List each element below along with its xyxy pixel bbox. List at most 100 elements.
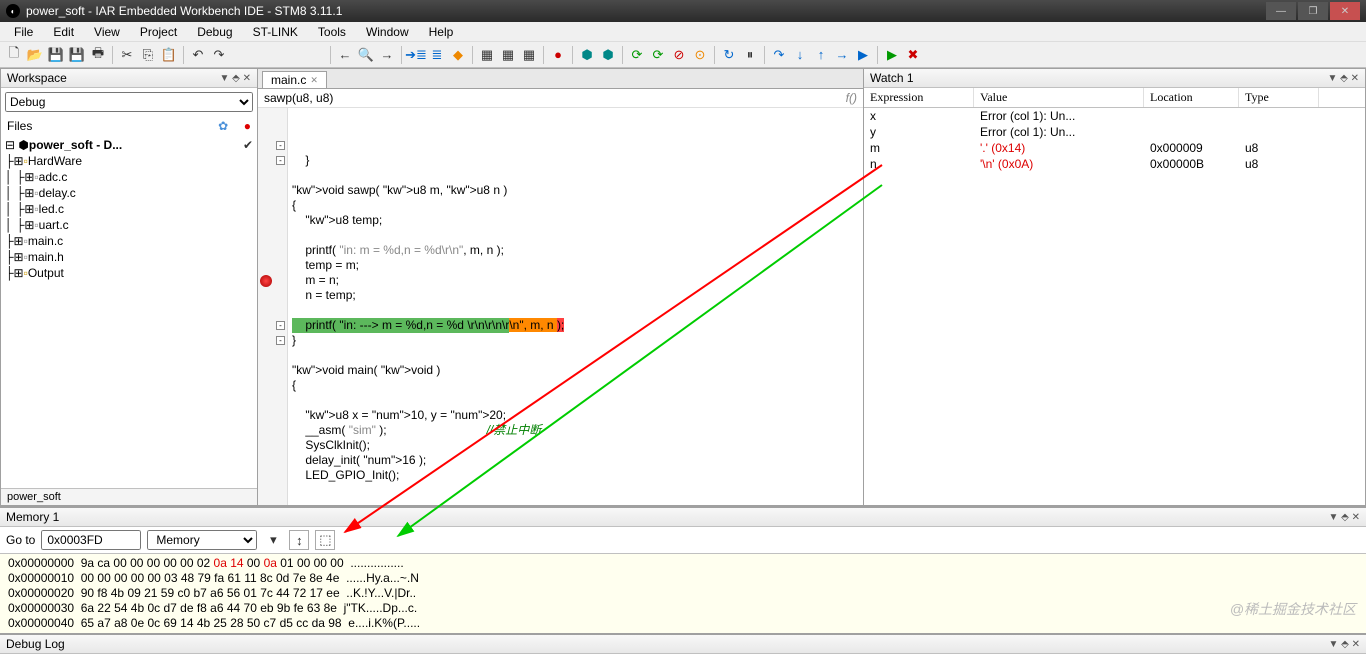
menu-debug[interactable]: Debug <box>187 23 242 41</box>
memory-row[interactable]: 0x00000040 65 a7 a8 0e 0c 69 14 4b 25 28… <box>8 616 1358 631</box>
tab-main-c[interactable]: main.c ✕ <box>262 71 327 88</box>
find-icon[interactable]: 🔍 <box>356 45 376 65</box>
debug-icon[interactable]: ⬢ <box>598 45 618 65</box>
step-over-icon[interactable]: ↷ <box>769 45 789 65</box>
code-editor[interactable]: ---- } "kw">void sawp( "kw">u8 m, "kw">u… <box>258 108 863 505</box>
close-tab-icon[interactable]: ✕ <box>310 75 318 86</box>
bookmark-next-icon[interactable]: ≣ <box>427 45 447 65</box>
menu-edit[interactable]: Edit <box>43 23 84 41</box>
menu-project[interactable]: Project <box>130 23 187 41</box>
project-node[interactable]: power_soft - D... <box>29 138 122 152</box>
reset-icon[interactable]: ↻ <box>719 45 739 65</box>
memory-row[interactable]: 0x00000000 9a ca 00 00 00 00 00 02 0a 14… <box>8 556 1358 571</box>
mem-btn2[interactable]: ↕ <box>289 530 309 550</box>
menu-view[interactable]: View <box>84 23 130 41</box>
run-cursor-icon[interactable]: ▶ <box>853 45 873 65</box>
open-icon[interactable]: 📂 <box>25 45 45 65</box>
memory-row[interactable]: 0x00000010 00 00 00 00 00 03 48 79 fa 61… <box>8 571 1358 586</box>
menu-st-link[interactable]: ST-LINK <box>243 23 308 41</box>
undo-icon[interactable]: ↶ <box>188 45 208 65</box>
compile-icon[interactable]: ▦ <box>477 45 497 65</box>
file-tree[interactable]: ⊟ ⬢ power_soft - D... ✔ ├⊞ ▫ HardWare │ … <box>1 135 257 488</box>
pin-icon[interactable]: ▼ ⬘ ✕ <box>1328 512 1360 523</box>
watch-row[interactable]: m'.' (0x14)0x000009u8 <box>864 140 1365 156</box>
pin-icon[interactable]: ▼ ⬘ ✕ <box>219 73 251 84</box>
pin-icon[interactable]: ▼ ⬘ ✕ <box>1328 639 1360 650</box>
mem-btn1[interactable]: ▾ <box>263 530 283 550</box>
tree-item[interactable]: │ ├⊞ ▫ delay.c <box>5 185 253 201</box>
download-icon[interactable]: ⬢ <box>577 45 597 65</box>
copy-icon[interactable]: ⎘ <box>138 45 158 65</box>
watch-add-hint[interactable] <box>864 172 1365 174</box>
bookmark-toggle-icon[interactable]: ◆ <box>448 45 468 65</box>
break-icon[interactable]: ⏸ <box>740 45 760 65</box>
workspace-title: Workspace ▼ ⬘ ✕ <box>1 69 257 88</box>
watch-col[interactable]: Type <box>1239 88 1319 107</box>
config-select[interactable]: Debug <box>5 92 253 112</box>
redo-icon[interactable]: ↷ <box>209 45 229 65</box>
go-icon[interactable]: ⟳ <box>627 45 647 65</box>
tree-item[interactable]: ├⊞ ▫ main.c <box>5 233 253 249</box>
workspace-pane: Workspace ▼ ⬘ ✕ Debug Files ✿ ● ⊟ ⬢ powe… <box>0 68 258 506</box>
memory-title: Memory 1 <box>6 510 59 524</box>
menubar: FileEditViewProjectDebugST-LINKToolsWind… <box>0 22 1366 42</box>
new-icon[interactable]: 🗋 <box>4 45 24 65</box>
menu-tools[interactable]: Tools <box>308 23 356 41</box>
save-icon[interactable]: 💾 <box>46 45 66 65</box>
cut-icon[interactable]: ✂ <box>117 45 137 65</box>
tree-item[interactable]: ├⊞ ▫ Output <box>5 265 253 281</box>
workspace-tab[interactable]: power_soft <box>1 488 257 505</box>
tree-item[interactable]: │ ├⊞ ▫ led.c <box>5 201 253 217</box>
tree-item[interactable]: │ ├⊞ ▫ uart.c <box>5 217 253 233</box>
memory-row[interactable]: 0x00000020 90 f8 4b 09 21 59 c0 b7 a6 56… <box>8 586 1358 601</box>
menu-help[interactable]: Help <box>419 23 464 41</box>
debuglog-title: Debug Log <box>6 637 65 651</box>
bookmark-icon[interactable]: ➔≣ <box>406 45 426 65</box>
fx-icon[interactable]: f() <box>846 91 857 105</box>
go2-icon[interactable]: ▶ <box>882 45 902 65</box>
watch-col[interactable]: Value <box>974 88 1144 107</box>
step-next-icon[interactable]: → <box>832 45 852 65</box>
goto-input[interactable] <box>41 530 141 550</box>
paste-icon[interactable]: 📋 <box>159 45 179 65</box>
close-button[interactable]: ✕ <box>1330 2 1360 20</box>
watch-row[interactable]: yError (col 1): Un... <box>864 124 1365 140</box>
menu-window[interactable]: Window <box>356 23 419 41</box>
watch-col[interactable]: Expression <box>864 88 974 107</box>
build-icon[interactable]: ▦ <box>498 45 518 65</box>
nav-back-icon[interactable]: ← <box>335 45 355 65</box>
memory-space-select[interactable]: Memory <box>147 530 257 550</box>
maximize-button[interactable]: ❐ <box>1298 2 1328 20</box>
titlebar: ◐ power_soft - IAR Embedded Workbench ID… <box>0 0 1366 22</box>
print-icon[interactable]: 🖶 <box>88 45 108 65</box>
pin-icon[interactable]: ▼ ⬘ ✕ <box>1327 73 1359 84</box>
menu-file[interactable]: File <box>4 23 43 41</box>
memory-row[interactable]: 0x00000030 6a 22 54 4b 0c d7 de f8 a6 44… <box>8 601 1358 616</box>
mem-btn3[interactable]: ⬚ <box>315 530 335 550</box>
stop-icon[interactable]: ⊘ <box>669 45 689 65</box>
tree-item[interactable]: │ ├⊞ ▫ adc.c <box>5 169 253 185</box>
stop2-icon[interactable]: ✖ <box>903 45 923 65</box>
breakpoint-icon[interactable]: ● <box>548 45 568 65</box>
nav-fwd-icon[interactable]: → <box>377 45 397 65</box>
watermark: @稀土掘金技术社区 <box>1230 599 1356 619</box>
watch-title: Watch 1 <box>870 71 914 85</box>
step-into-icon[interactable]: ↓ <box>790 45 810 65</box>
editor-pane: main.c ✕ sawp(u8, u8) f() ---- } "kw">vo… <box>258 68 864 506</box>
saveall-icon[interactable]: 💾 <box>67 45 87 65</box>
watch-col[interactable]: Location <box>1144 88 1239 107</box>
watch-row[interactable]: n'\n' (0x0A)0x00000Bu8 <box>864 156 1365 172</box>
pause-icon[interactable]: ⊙ <box>690 45 710 65</box>
files-label: Files <box>7 119 32 133</box>
breadcrumb[interactable]: sawp(u8, u8) <box>264 91 333 105</box>
gear-icon[interactable]: ✿ <box>218 119 228 133</box>
stop-build-icon[interactable]: ▦ <box>519 45 539 65</box>
step-out-icon[interactable]: ↑ <box>811 45 831 65</box>
watch-row[interactable]: xError (col 1): Un... <box>864 108 1365 124</box>
memory-view[interactable]: 0x00000000 9a ca 00 00 00 00 00 02 0a 14… <box>0 554 1366 633</box>
tree-item[interactable]: ├⊞ ▫ main.h <box>5 249 253 265</box>
minimize-button[interactable]: — <box>1266 2 1296 20</box>
toolbar: 🗋 📂 💾 💾 🖶 ✂ ⎘ 📋 ↶ ↷ ← 🔍 → ➔≣ ≣ ◆ ▦ ▦ ▦ ●… <box>0 42 1366 68</box>
tree-item[interactable]: ├⊞ ▫ HardWare <box>5 153 253 169</box>
restart-icon[interactable]: ⟳ <box>648 45 668 65</box>
